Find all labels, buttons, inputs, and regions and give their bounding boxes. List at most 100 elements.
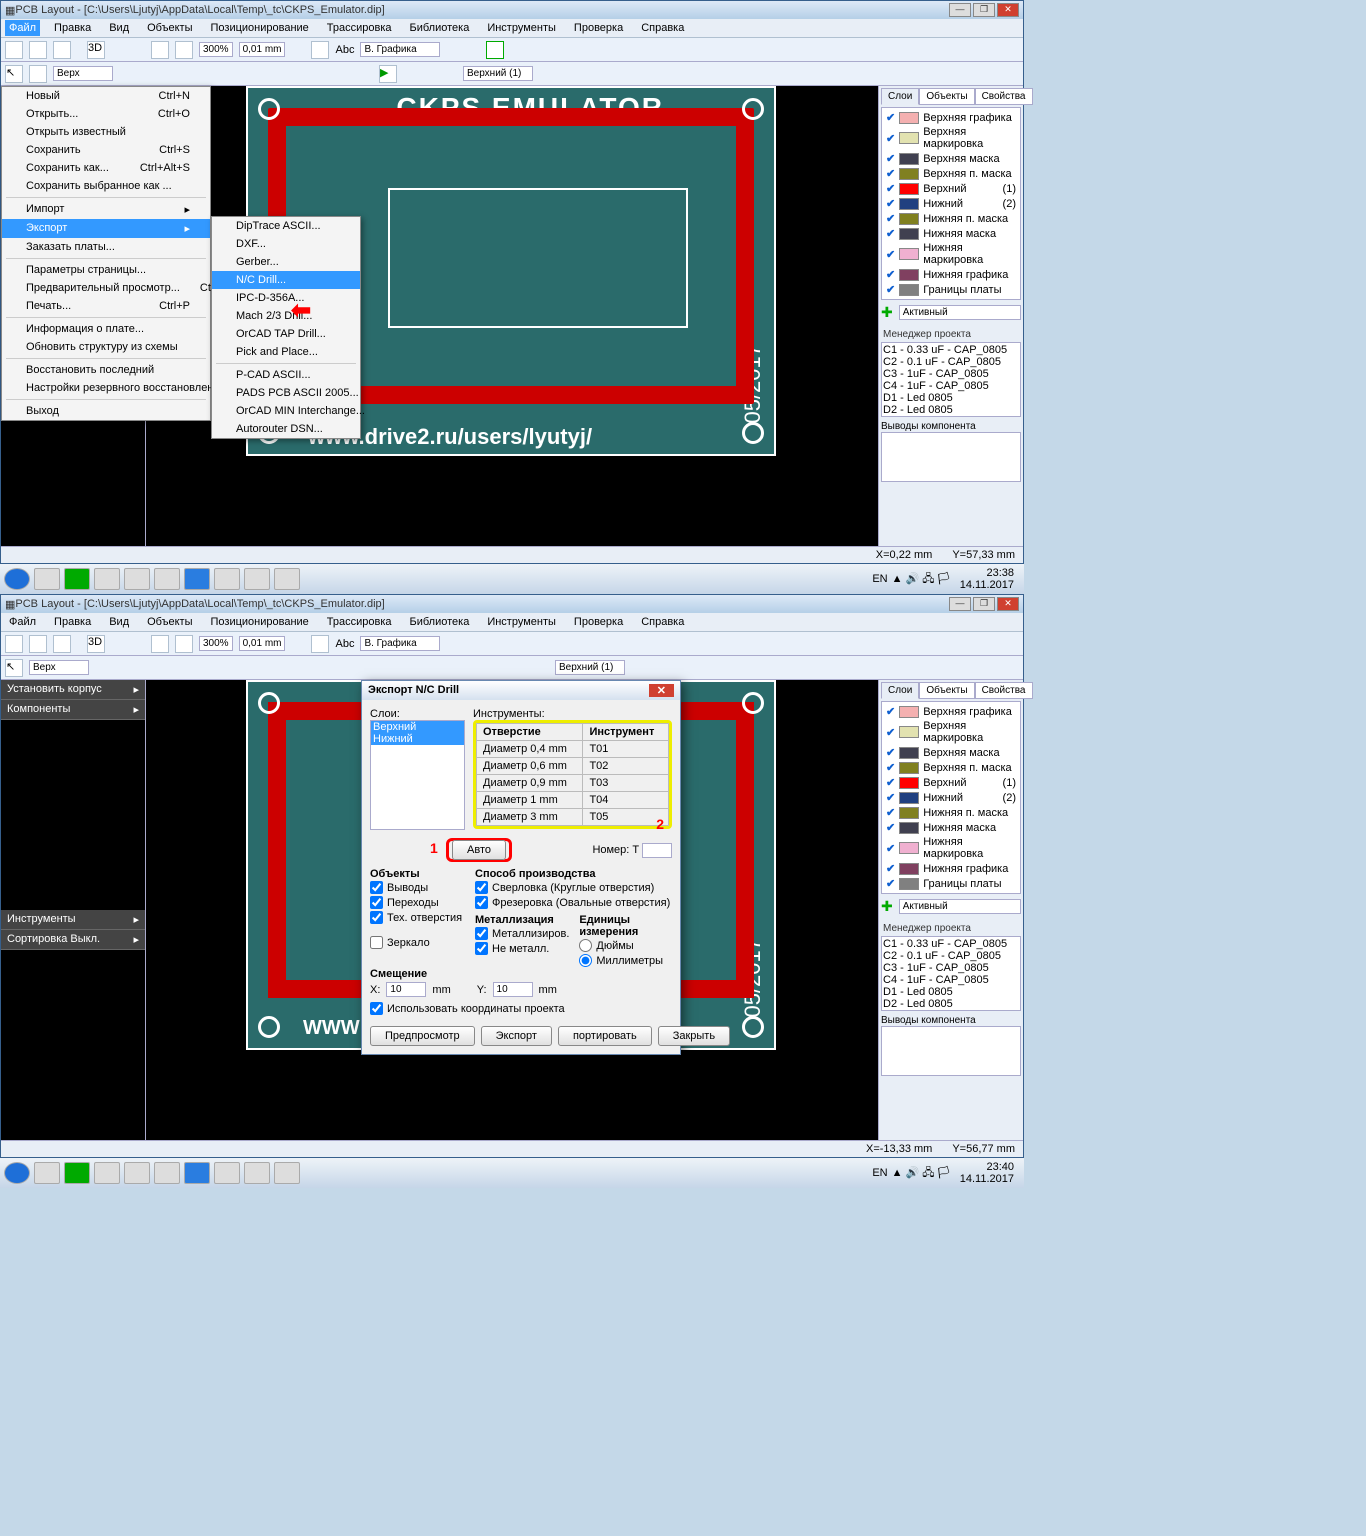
export-submenu[interactable]: DipTrace ASCII...DXF...Gerber...N/C Dril… (211, 216, 361, 439)
close-button[interactable]: ✕ (997, 597, 1019, 611)
export-button[interactable]: Экспорт (481, 1026, 552, 1046)
menu-Трассировка[interactable]: Трассировка (323, 20, 396, 36)
menu-Вид[interactable]: Вид (105, 20, 133, 36)
menu-item[interactable]: СохранитьCtrl+S (2, 141, 210, 159)
layer-combo[interactable]: Верхний (1) (555, 660, 625, 675)
drill-row[interactable]: Диаметр 0,6 mmT02 (477, 758, 669, 775)
menu-item[interactable]: Информация о плате... (2, 320, 210, 338)
maximize-button[interactable]: ❐ (973, 3, 995, 17)
menu-item[interactable]: Сохранить как...Ctrl+Alt+S (2, 159, 210, 177)
menu-item[interactable]: Mach 2/3 Drill... (212, 307, 360, 325)
layer-row[interactable]: ✔Нижняя п. маска (884, 211, 1018, 226)
add-layer-icon[interactable]: ✚ (881, 304, 893, 321)
save-icon[interactable] (53, 635, 71, 653)
layers-listbox[interactable]: Верхний Нижний (370, 720, 465, 830)
drill-row[interactable]: Диаметр 0,4 mmT01 (477, 741, 669, 758)
taskbar-app[interactable] (124, 568, 150, 590)
layer-row[interactable]: ✔Нижний(2) (884, 790, 1018, 805)
vias-checkbox[interactable]: Переходы (370, 895, 465, 910)
layer-mode-combo[interactable]: Активный (899, 899, 1021, 914)
tool-icon[interactable] (311, 41, 329, 59)
layer-combo[interactable]: Верхний (1) (463, 66, 533, 81)
layer-row[interactable]: ✔Верхний(1) (884, 775, 1018, 790)
layer-row[interactable]: ✔Верхняя маркировка (884, 125, 1018, 151)
layer-row[interactable]: ✔Верхняя графика (884, 110, 1018, 125)
add-layer-icon[interactable]: ✚ (881, 898, 893, 915)
tool-icon[interactable] (311, 635, 329, 653)
project-list[interactable]: C1 - 0.33 uF - CAP_0805C2 - 0.1 uF - CAP… (881, 342, 1021, 417)
new-icon[interactable] (5, 635, 23, 653)
mirror-checkbox[interactable]: Зеркало (370, 935, 465, 950)
mount-holes-checkbox[interactable]: Тех. отверстия (370, 910, 465, 925)
nonplated-checkbox[interactable]: Не металл. (475, 941, 569, 956)
layer-row[interactable]: ✔Границы платы (884, 876, 1018, 891)
layer-row[interactable]: ✔Нижняя графика (884, 861, 1018, 876)
mm-radio[interactable]: Миллиметры (579, 953, 672, 968)
save-icon[interactable] (53, 41, 71, 59)
layer-side-combo[interactable]: Верх (29, 660, 89, 675)
layer-row[interactable]: ✔Нижняя маска (884, 820, 1018, 835)
menu-Позиционирование[interactable]: Позиционирование (207, 20, 313, 36)
menu-Проверка[interactable]: Проверка (570, 20, 627, 36)
menu-item[interactable]: OrCAD MIN Interchange... (212, 402, 360, 420)
view-combo[interactable]: В. Графика (360, 636, 440, 651)
inches-radio[interactable]: Дюймы (579, 938, 672, 953)
layer-row[interactable]: ✔Верхний(1) (884, 181, 1018, 196)
taskbar-app[interactable] (214, 1162, 240, 1184)
menu-Объекты[interactable]: Объекты (143, 20, 196, 36)
taskbar-app[interactable] (124, 1162, 150, 1184)
sort-toggle[interactable]: Сортировка Выкл.▸ (1, 930, 145, 950)
zoom-combo[interactable]: 300% (199, 42, 233, 57)
pads-checkbox[interactable]: Выводы (370, 880, 465, 895)
taskbar-app[interactable] (154, 568, 180, 590)
file-menu-dropdown[interactable]: НовыйCtrl+NОткрыть...Ctrl+OОткрыть извес… (1, 86, 211, 421)
menu-item[interactable]: Открыть известный (2, 123, 210, 141)
menu-item[interactable]: OrCAD TAP Drill... (212, 325, 360, 343)
maximize-button[interactable]: ❐ (973, 597, 995, 611)
3d-icon[interactable]: 3D (87, 41, 105, 59)
taskbar-app[interactable] (274, 568, 300, 590)
components[interactable]: Компоненты▸ (1, 700, 145, 720)
menu-Инструменты[interactable]: Инструменты (483, 614, 560, 630)
menu-item[interactable]: P-CAD ASCII... (212, 366, 360, 384)
menu-item[interactable]: Экспорт▸ (2, 219, 210, 238)
offset-x-input[interactable] (386, 982, 426, 997)
view-combo[interactable]: В. Графика (360, 42, 440, 57)
menu-item[interactable]: Импорт▸ (2, 200, 210, 219)
menu-item[interactable]: Восстановить последний (2, 361, 210, 379)
taskbar-app[interactable] (244, 568, 270, 590)
menu-item[interactable]: Открыть...Ctrl+O (2, 105, 210, 123)
menu-Правка[interactable]: Правка (50, 20, 95, 36)
place-body[interactable]: Установить корпус▸ (1, 680, 145, 700)
drill-row[interactable]: Диаметр 0,9 mmT03 (477, 775, 669, 792)
taskbar-app[interactable] (94, 568, 120, 590)
layer-row[interactable]: ✔Верхняя маска (884, 151, 1018, 166)
menu-Библиотека[interactable]: Библиотека (406, 614, 474, 630)
menu-item[interactable]: Настройки резервного восстановления (2, 379, 210, 397)
close-button[interactable]: ✕ (997, 3, 1019, 17)
start-button[interactable] (4, 568, 30, 590)
layer-row[interactable]: ✔Нижняя графика (884, 267, 1018, 282)
zoom-in-icon[interactable] (151, 41, 169, 59)
drc-icon[interactable] (486, 41, 504, 59)
taskbar-app[interactable] (184, 1162, 210, 1184)
layer-row[interactable]: ✔Верхняя графика (884, 704, 1018, 719)
menu-item[interactable]: PADS PCB ASCII 2005... (212, 384, 360, 402)
tool-a-icon[interactable] (29, 65, 47, 83)
menu-item[interactable]: Параметры страницы... (2, 261, 210, 279)
grid-combo[interactable]: 0,01 mm (239, 636, 286, 651)
tab-Слои[interactable]: Слои (881, 88, 919, 105)
layer-row[interactable]: ✔Верхняя п. маска (884, 166, 1018, 181)
layer-row[interactable]: ✔Нижняя маркировка (884, 835, 1018, 861)
layer-row[interactable]: ✔Верхняя маркировка (884, 719, 1018, 745)
menubar[interactable]: ФайлПравкаВидОбъектыПозиционированиеТрас… (1, 19, 1023, 38)
layer-row[interactable]: ✔Нижняя маркировка (884, 241, 1018, 267)
menu-item[interactable]: Сохранить выбранное как ... (2, 177, 210, 195)
play-icon[interactable]: ▶ (379, 65, 397, 83)
offset-y-input[interactable] (493, 982, 533, 997)
use-proj-coords-checkbox[interactable]: Использовать координаты проекта (370, 1001, 672, 1016)
menu-Правка[interactable]: Правка (50, 614, 95, 630)
menu-Трассировка[interactable]: Трассировка (323, 614, 396, 630)
start-button[interactable] (4, 1162, 30, 1184)
menu-Библиотека[interactable]: Библиотека (406, 20, 474, 36)
